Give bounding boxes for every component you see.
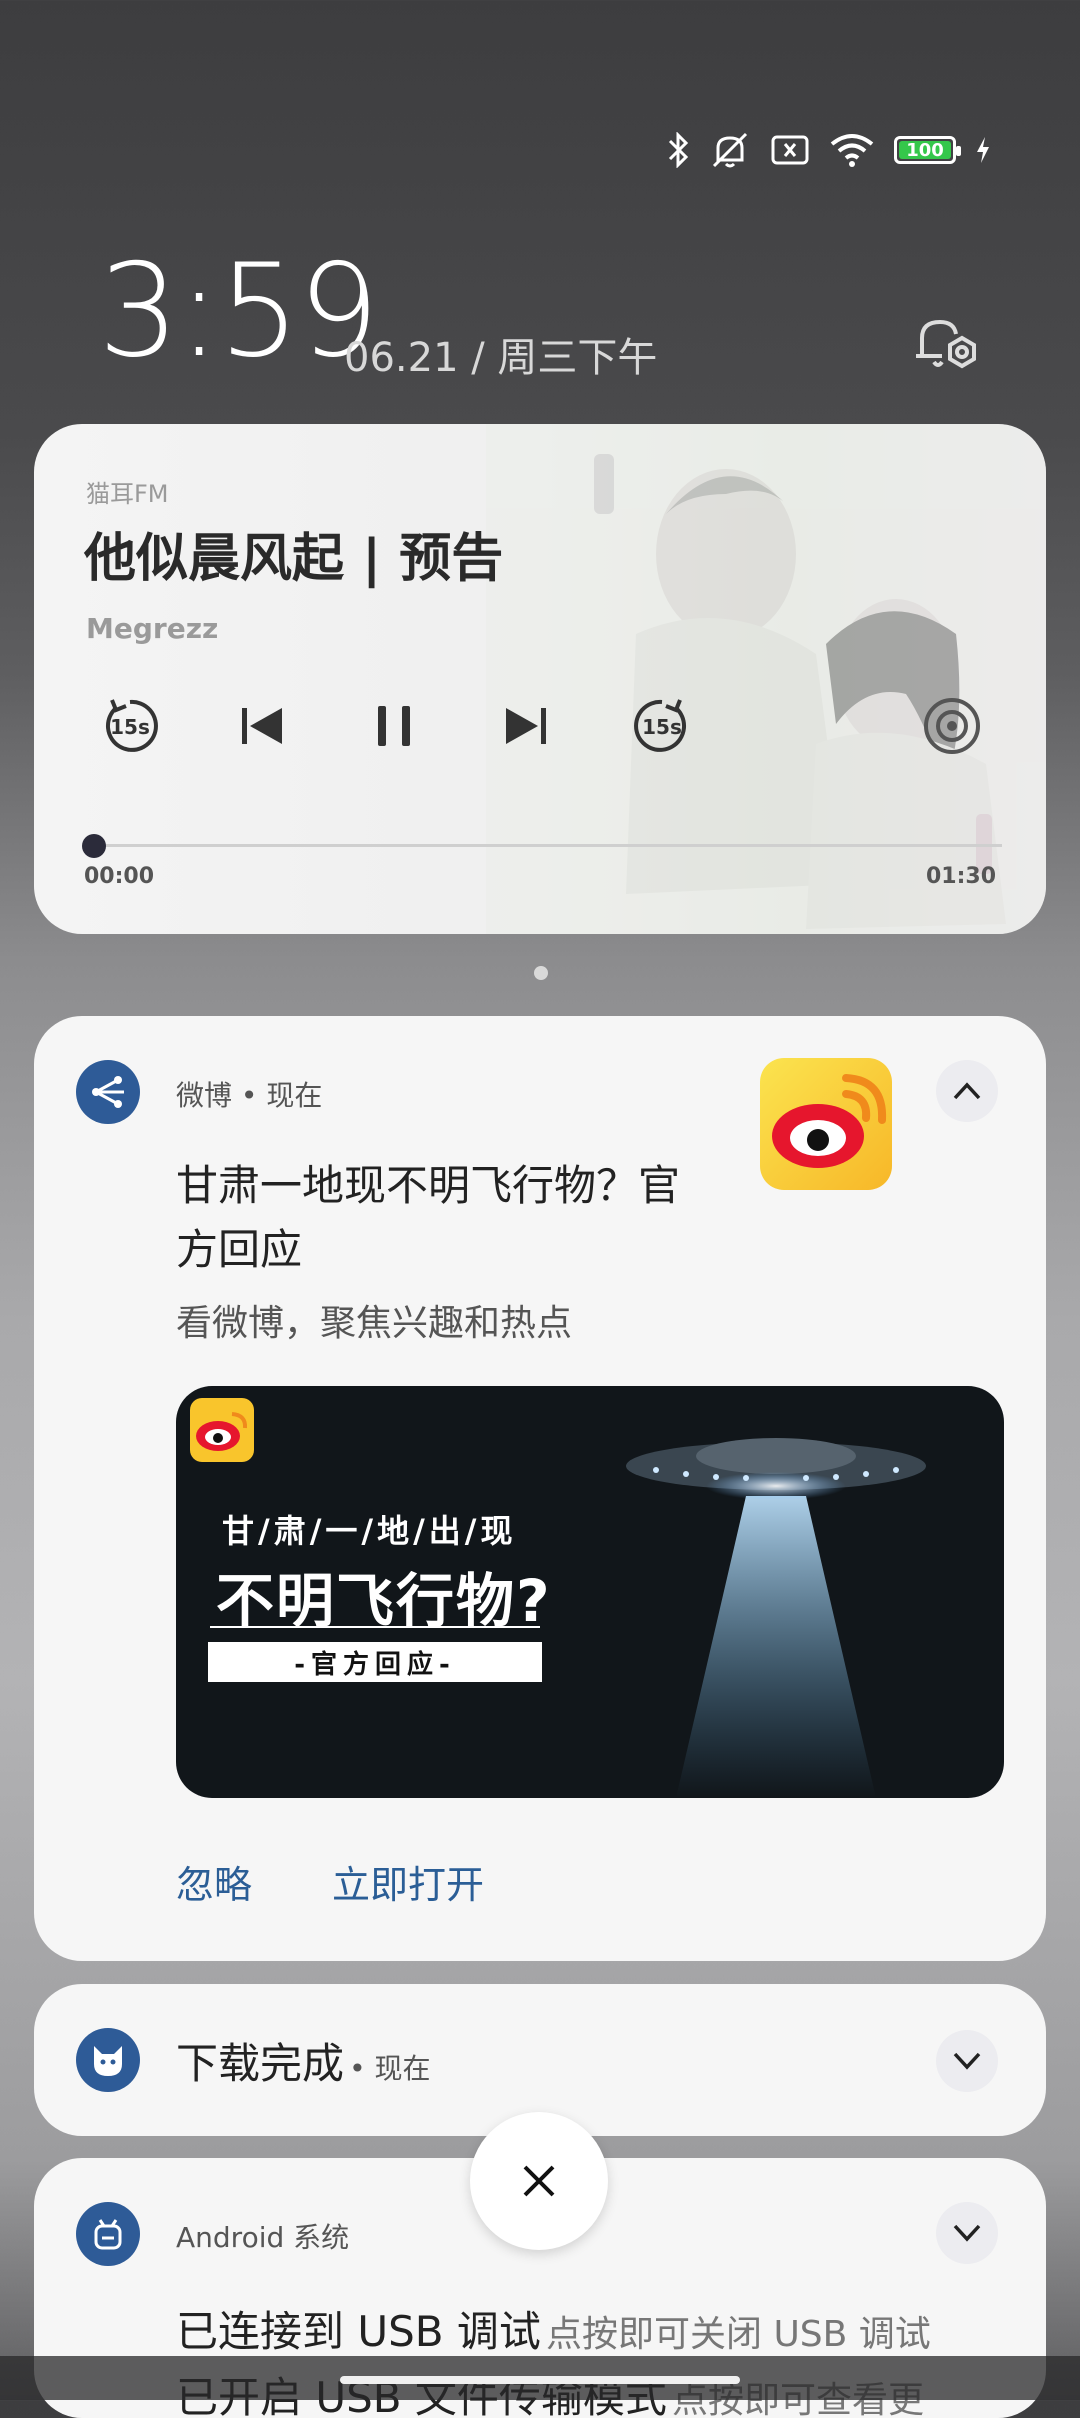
banner-divider: [210, 1626, 540, 1628]
rewind-15s-button[interactable]: 15s: [90, 686, 170, 766]
next-button[interactable]: [486, 686, 566, 766]
weibo-time: 现在: [266, 1079, 323, 1112]
bluetooth-icon: [668, 132, 689, 168]
separator-dot: •: [349, 2052, 375, 2085]
clear-all-button[interactable]: [470, 2112, 608, 2250]
download-title: 下载完成: [176, 2039, 345, 2088]
banner-weibo-logo: [190, 1398, 254, 1462]
weibo-logo-small-icon: [196, 1412, 248, 1451]
output-device-button[interactable]: [912, 686, 992, 766]
no-sim-icon: [771, 135, 809, 165]
status-bar: 100: [666, 130, 992, 170]
page-indicator: [534, 966, 548, 980]
progress-track[interactable]: [92, 844, 1002, 847]
chevron-down-icon: [953, 2224, 981, 2242]
weibo-title-line-2: 方回应: [176, 1225, 303, 1274]
lockscreen-date: 06.21 / 周三下午: [344, 335, 658, 381]
share-icon: [92, 1076, 124, 1108]
elapsed-time: 00:00: [84, 864, 155, 889]
weibo-notification[interactable]: 微博 • 现在 甘肃一地现不明飞行物？官 方回应 看微博，聚焦兴趣和热点 甘/肃…: [34, 1016, 1046, 1961]
rewind-15s-label: 15s: [110, 715, 150, 739]
weibo-large-icon: [760, 1058, 892, 1190]
open-now-button[interactable]: 立即打开: [332, 1854, 484, 1909]
media-artist: Megrezz: [86, 612, 219, 645]
usb-debug-line: 已连接到 USB 调试 点按即可关闭 USB 调试: [176, 2298, 931, 2359]
cast-output-icon: [924, 698, 980, 754]
usb-debug-title: 已连接到 USB 调试: [176, 2307, 541, 2356]
weibo-app-badge: [76, 1060, 140, 1124]
weibo-logo-icon: [772, 1074, 887, 1168]
media-player-card[interactable]: 猫耳FM 他似晨风起 | 预告 Megrezz 15s 15s 00:00 01…: [34, 424, 1046, 934]
skip-next-icon: [506, 708, 546, 744]
ufo-illustration: [626, 1438, 926, 1798]
lockscreen-clock: 3:59: [98, 237, 379, 386]
usb-debug-subtitle: 点按即可关闭 USB 调试: [546, 2314, 931, 2355]
notification-settings-icon[interactable]: [912, 310, 982, 382]
separator-dot: •: [240, 1079, 267, 1112]
weibo-title: 甘肃一地现不明飞行物？官 方回应: [176, 1154, 756, 1282]
android-robot-icon: [94, 2219, 122, 2250]
chevron-down-icon: [953, 2052, 981, 2070]
android-app-badge: [76, 2202, 140, 2266]
progress-thumb[interactable]: [82, 834, 106, 858]
close-icon: [523, 2165, 555, 2197]
download-app-badge: [76, 2028, 140, 2092]
expand-download-button[interactable]: [936, 2030, 998, 2092]
pause-button[interactable]: [354, 686, 434, 766]
download-time: 现在: [374, 2052, 431, 2085]
weibo-app-name: 微博: [176, 1079, 233, 1112]
skip-previous-icon: [242, 708, 282, 744]
total-duration: 01:30: [925, 864, 996, 889]
wifi-icon: [830, 134, 874, 167]
android-app-name: Android 系统: [176, 2221, 350, 2254]
weibo-app-line: 微博 • 现在: [176, 1074, 322, 1114]
cat-icon: [94, 2046, 122, 2076]
forward-15s-label: 15s: [642, 715, 682, 739]
forward-15s-button[interactable]: 15s: [622, 686, 702, 766]
media-title: 他似晨风起 | 预告: [84, 529, 504, 589]
weibo-title-line-1: 甘肃一地现不明飞行物？官: [176, 1161, 681, 1210]
rewind-15s-icon: 15s: [105, 699, 158, 752]
gesture-nav-bar[interactable]: [340, 2376, 740, 2384]
battery-icon: 100: [894, 136, 961, 164]
media-app-name: 猫耳FM: [86, 480, 169, 508]
expand-android-button[interactable]: [936, 2202, 998, 2264]
forward-15s-icon: 15s: [634, 699, 687, 752]
banner-line-3: -官方回应-: [208, 1642, 542, 1682]
previous-button[interactable]: [222, 686, 302, 766]
weibo-subtitle: 看微博，聚焦兴趣和热点: [176, 1303, 573, 1344]
banner-line-1: 甘/肃/一/地/出/现: [222, 1512, 517, 1550]
battery-level: 100: [899, 140, 951, 161]
collapse-button[interactable]: [936, 1060, 998, 1122]
ignore-button[interactable]: 忽略: [176, 1854, 252, 1909]
charging-icon: [977, 137, 989, 163]
pause-icon: [378, 706, 410, 746]
chevron-up-icon: [953, 1082, 981, 1100]
weibo-banner-image[interactable]: 甘/肃/一/地/出/现 不明飞行物? -官方回应-: [176, 1386, 1004, 1798]
silent-icon: [712, 132, 748, 168]
download-line: 下载完成 • 现在: [176, 2030, 431, 2091]
album-art: [486, 424, 1046, 934]
